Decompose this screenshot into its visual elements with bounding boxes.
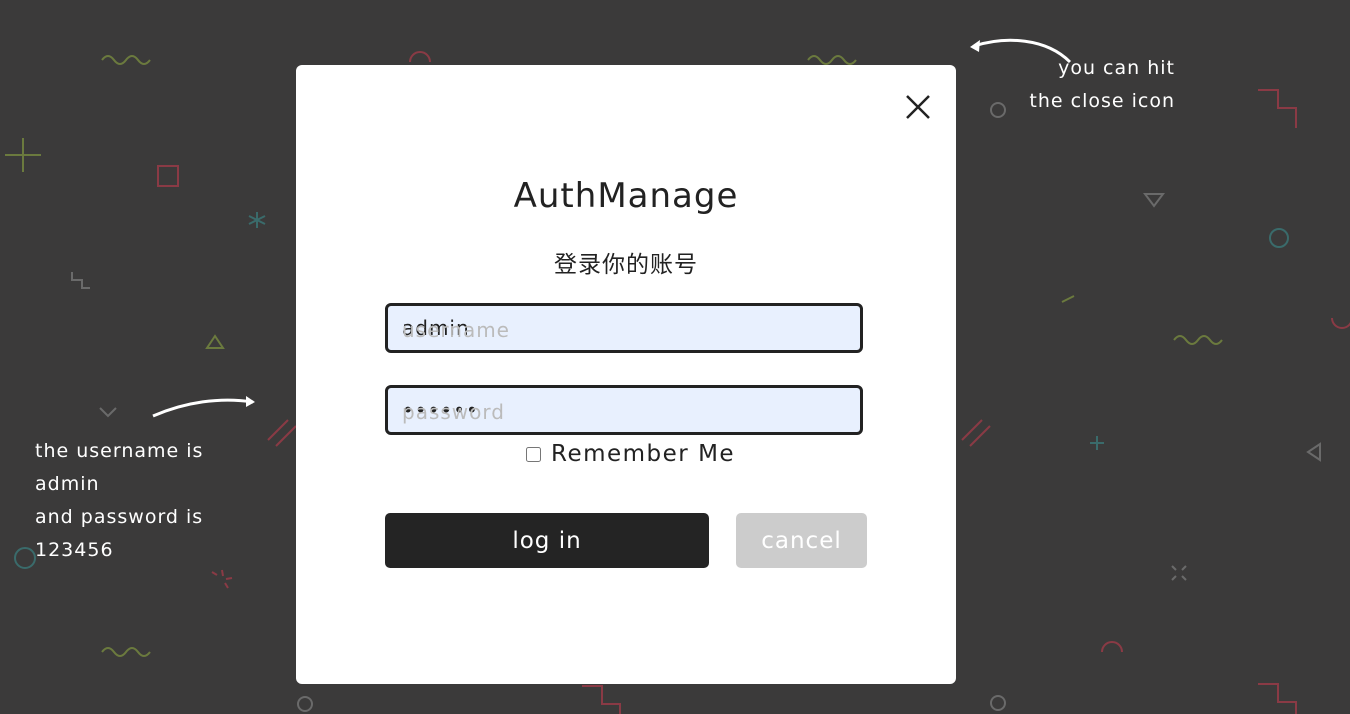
- hint-line: the username is: [35, 440, 204, 462]
- close-icon[interactable]: [903, 92, 933, 122]
- login-button[interactable]: log in: [385, 513, 709, 568]
- remember-me-checkbox[interactable]: [526, 446, 541, 462]
- modal-title: AuthManage: [513, 176, 739, 216]
- close-hint: you can hit the close icon: [1000, 52, 1175, 118]
- password-field: password: [385, 385, 863, 435]
- hint-line: admin: [35, 473, 100, 495]
- credentials-hint: the username is admin and password is 12…: [35, 435, 275, 567]
- hint-line: you can hit: [1058, 57, 1175, 79]
- remember-me: Remember Me: [526, 441, 735, 467]
- cancel-button[interactable]: cancel: [736, 513, 867, 568]
- hint-line: and password is: [35, 506, 204, 528]
- modal-subtitle: 登录你的账号: [554, 252, 698, 278]
- username-input[interactable]: [388, 306, 860, 350]
- password-input[interactable]: [388, 388, 860, 432]
- hint-line: 123456: [35, 539, 114, 561]
- remember-me-label[interactable]: Remember Me: [551, 441, 735, 467]
- login-modal: AuthManage 登录你的账号 username password Reme…: [296, 65, 956, 684]
- hint-line: the close icon: [1029, 90, 1175, 112]
- username-field: username: [385, 303, 863, 353]
- arrow-right-icon: [152, 396, 255, 418]
